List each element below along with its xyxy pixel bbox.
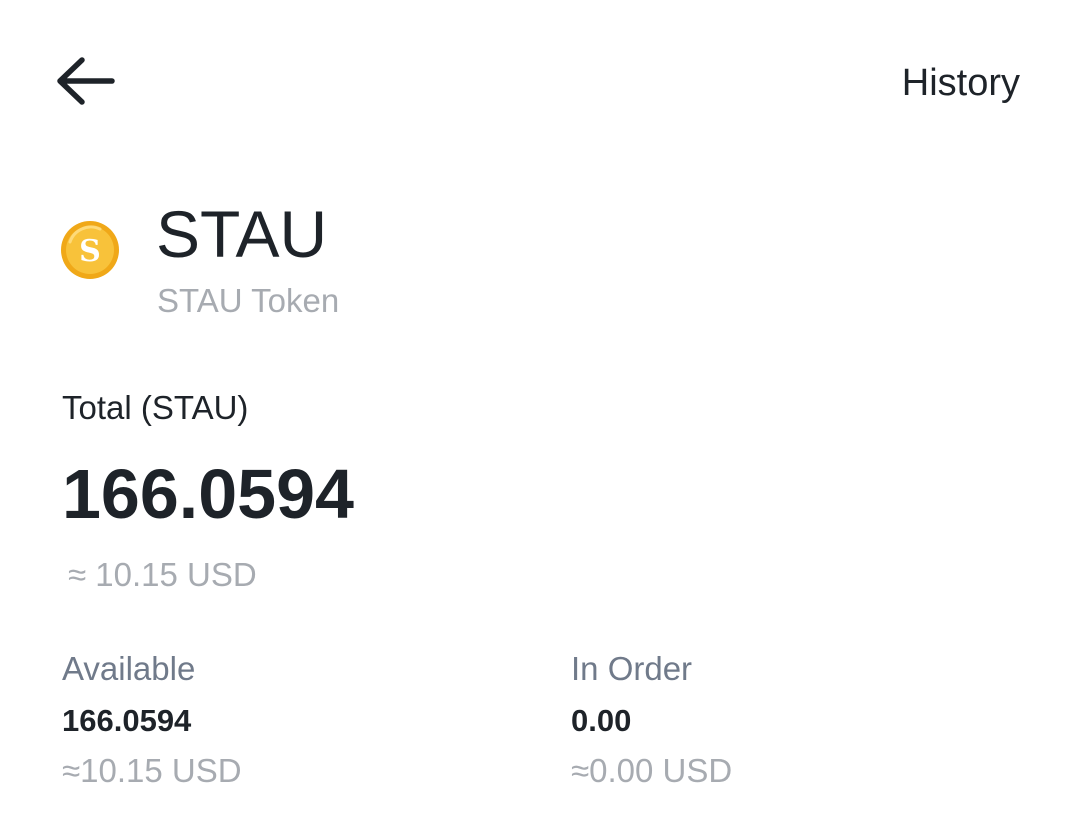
coin-s-icon: S (61, 221, 119, 279)
back-button[interactable] (48, 50, 122, 112)
total-label: Total (STAU) (62, 389, 249, 426)
available-balance: 166.0594 (62, 703, 192, 738)
available-label: Available (62, 650, 196, 687)
available-usd-value: ≈10.15 USD (62, 752, 242, 789)
coin-letter: S (79, 234, 101, 269)
in-order-label: In Order (571, 650, 693, 687)
total-usd-value: ≈ 10.15 USD (68, 556, 257, 593)
arrow-left-icon (57, 57, 115, 105)
history-link[interactable]: History (902, 60, 1020, 106)
total-balance: 166.0594 (62, 455, 354, 533)
in-order-balance: 0.00 (571, 703, 632, 738)
in-order-usd-value: ≈0.00 USD (571, 752, 733, 789)
asset-name: STAU Token (157, 282, 340, 319)
asset-symbol: STAU (156, 197, 328, 271)
